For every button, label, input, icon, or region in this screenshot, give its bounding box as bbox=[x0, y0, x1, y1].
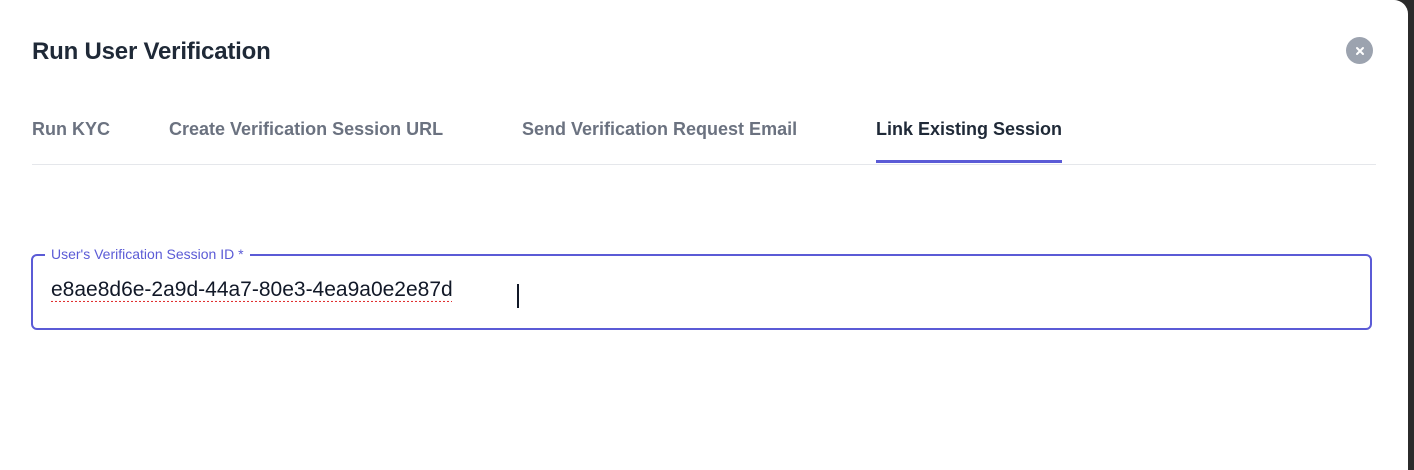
text-caret bbox=[517, 284, 519, 308]
tab-run-kyc[interactable]: Run KYC bbox=[32, 96, 110, 163]
tab-send-verification-request-email[interactable]: Send Verification Request Email bbox=[522, 96, 797, 163]
tab-link-existing-session[interactable]: Link Existing Session bbox=[876, 96, 1063, 163]
session-id-input[interactable] bbox=[51, 278, 1341, 302]
session-id-label: User's Verification Session ID * bbox=[45, 245, 250, 263]
verification-dialog: Run User Verification Run KYC Create Ver… bbox=[0, 0, 1408, 470]
dialog-title: Run User Verification bbox=[32, 38, 271, 65]
tab-bar: Run KYC Create Verification Session URL … bbox=[32, 96, 1376, 165]
tab-create-verification-session-url[interactable]: Create Verification Session URL bbox=[169, 96, 443, 163]
close-icon bbox=[1355, 46, 1364, 55]
session-id-field: User's Verification Session ID * bbox=[31, 245, 1372, 330]
close-button[interactable] bbox=[1346, 37, 1373, 64]
